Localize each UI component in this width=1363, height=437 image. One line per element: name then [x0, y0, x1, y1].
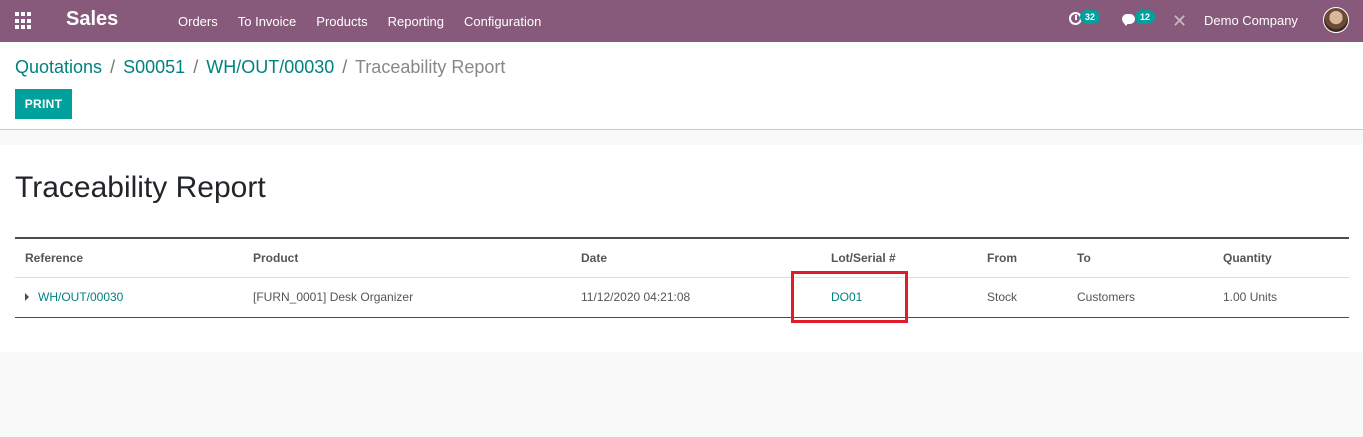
breadcrumb-order[interactable]: S00051 [123, 57, 185, 77]
table-header-row: Reference Product Date Lot/Serial # From… [15, 238, 1349, 277]
lot-link[interactable]: DO01 [831, 290, 862, 304]
menu-to-invoice[interactable]: To Invoice [228, 14, 307, 29]
menu-configuration[interactable]: Configuration [454, 14, 551, 29]
traceability-table: Reference Product Date Lot/Serial # From… [15, 237, 1349, 318]
cell-from: Stock [987, 290, 1018, 304]
top-navbar: Sales Orders To Invoice Products Reporti… [0, 0, 1363, 42]
main-menu: Orders To Invoice Products Reporting Con… [168, 0, 551, 42]
breadcrumb-current: Traceability Report [354, 57, 506, 77]
header-quantity: Quantity [1223, 250, 1272, 265]
cell-product: [FURN_0001] Desk Organizer [253, 290, 414, 304]
header-reference: Reference [25, 250, 84, 265]
cell-to: Customers [1077, 290, 1136, 304]
cell-date: 11/12/2020 04:21:08 [581, 290, 691, 304]
breadcrumb-separator: / [110, 57, 116, 77]
breadcrumb-separator: / [342, 57, 348, 77]
reference-link[interactable]: WH/OUT/00030 [38, 290, 123, 304]
close-icon[interactable]: ✕ [1172, 11, 1187, 32]
user-avatar[interactable] [1323, 7, 1349, 33]
header-date: Date [581, 250, 608, 265]
breadcrumb-quotations[interactable]: Quotations [15, 57, 102, 77]
cell-lot: DO01 [831, 277, 987, 317]
message-count-badge: 12 [1135, 10, 1156, 24]
print-button[interactable]: PRINT [15, 89, 72, 119]
breadcrumb-separator: / [193, 57, 199, 77]
apps-grid-icon[interactable] [15, 12, 33, 30]
report-title: Traceability Report [15, 171, 266, 204]
cell-reference: WH/OUT/00030 [15, 277, 253, 317]
header-from: From [987, 250, 1017, 265]
control-panel: Quotations / S00051 / WH/OUT/00030 / Tra… [0, 42, 1363, 130]
report-content: Traceability Report Reference Product Da… [0, 145, 1363, 352]
menu-products[interactable]: Products [306, 14, 377, 29]
header-lot-serial: Lot/Serial # [831, 250, 896, 265]
expand-caret-icon[interactable] [25, 292, 29, 301]
activity-count-badge: 32 [1080, 10, 1101, 24]
breadcrumb: Quotations / S00051 / WH/OUT/00030 / Tra… [15, 57, 505, 78]
company-switcher[interactable]: Demo Company [1204, 13, 1298, 28]
menu-orders[interactable]: Orders [168, 14, 228, 29]
chat-icon[interactable] [1122, 14, 1135, 26]
header-to: To [1077, 250, 1091, 265]
app-brand[interactable]: Sales [66, 8, 118, 31]
cell-quantity: 1.00 Units [1223, 290, 1278, 304]
menu-reporting[interactable]: Reporting [378, 14, 454, 29]
table-row: WH/OUT/00030 [FURN_0001] Desk Organizer … [15, 277, 1349, 317]
header-product: Product [253, 250, 299, 265]
breadcrumb-picking[interactable]: WH/OUT/00030 [206, 57, 334, 77]
